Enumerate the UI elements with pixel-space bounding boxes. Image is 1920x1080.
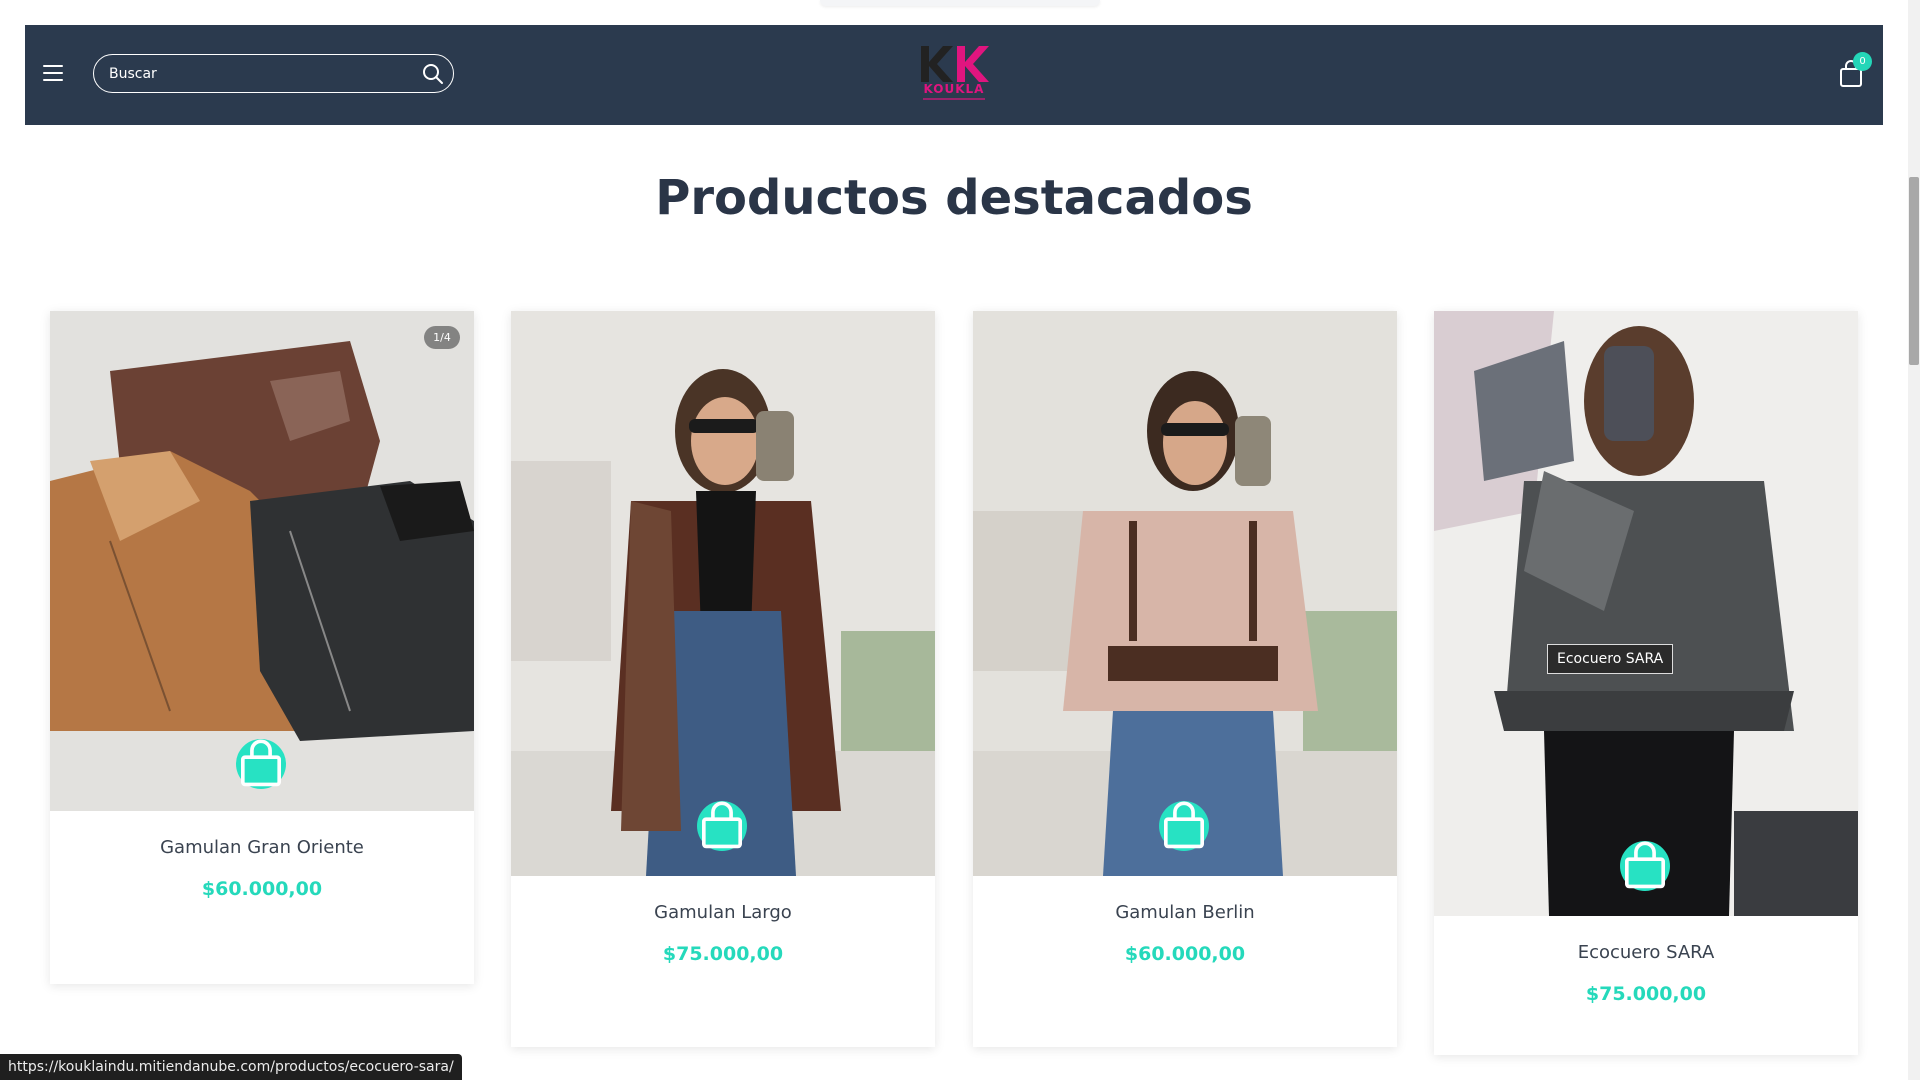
- logo-tagline-line: [923, 98, 985, 100]
- product-card[interactable]: Gamulan Berlin $60.000,00: [973, 311, 1397, 1047]
- shopping-bag-icon: [1164, 801, 1204, 849]
- product-card[interactable]: Gamulan Largo $75.000,00: [511, 311, 935, 1047]
- shopping-bag-icon: [1625, 841, 1665, 889]
- add-to-cart-button[interactable]: [1159, 801, 1209, 851]
- product-name[interactable]: Gamulan Gran Oriente: [50, 837, 474, 858]
- shopping-bag-icon: [241, 739, 281, 787]
- product-card[interactable]: Ecocuero SARA $75.000,00: [1434, 311, 1858, 1055]
- product-card[interactable]: 1/4 Gamulan Gran Oriente $60.000,00: [50, 311, 474, 984]
- product-name[interactable]: Ecocuero SARA: [1434, 942, 1858, 963]
- logo-kk-mark: [921, 46, 989, 82]
- store-logo[interactable]: KOUKLA: [915, 44, 993, 106]
- scrollbar-track[interactable]: [1908, 0, 1920, 1080]
- product-name[interactable]: Gamulan Largo: [511, 902, 935, 923]
- product-image[interactable]: 1/4: [50, 311, 474, 811]
- cart-count-badge: 0: [1853, 52, 1872, 71]
- hover-tooltip: Ecocuero SARA: [1547, 644, 1674, 674]
- product-image[interactable]: [1434, 311, 1858, 916]
- product-image[interactable]: [973, 311, 1397, 876]
- add-to-cart-button[interactable]: [697, 801, 747, 851]
- product-image[interactable]: [511, 311, 935, 876]
- search-input[interactable]: [94, 54, 413, 93]
- add-to-cart-button[interactable]: [236, 739, 286, 789]
- shopping-bag-icon: [702, 801, 742, 849]
- product-price: $60.000,00: [201, 878, 323, 900]
- product-price: $60.000,00: [1124, 943, 1246, 965]
- search-box[interactable]: [93, 54, 454, 93]
- section-title: Productos destacados: [655, 170, 1253, 226]
- product-price: $75.000,00: [662, 943, 784, 965]
- logo-wordmark: KOUKLA: [923, 82, 985, 96]
- search-icon[interactable]: [413, 56, 453, 92]
- scrollbar-thumb[interactable]: [1909, 177, 1919, 365]
- product-name[interactable]: Gamulan Berlin: [973, 902, 1397, 923]
- product-price: $75.000,00: [1585, 983, 1707, 1005]
- browser-top-tab: [820, 0, 1100, 6]
- hamburger-menu-icon[interactable]: [43, 65, 63, 81]
- image-counter-badge: 1/4: [424, 326, 460, 349]
- add-to-cart-button[interactable]: [1620, 841, 1670, 891]
- link-status-bar: https://kouklaindu.mitiendanube.com/prod…: [0, 1054, 462, 1080]
